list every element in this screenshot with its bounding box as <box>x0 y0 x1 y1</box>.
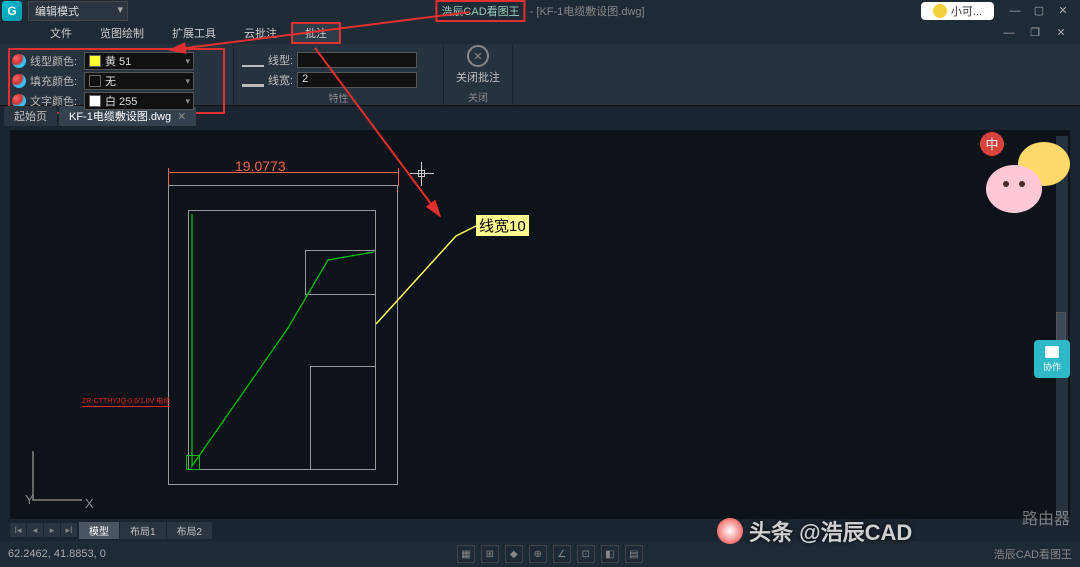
tab-close-icon[interactable]: ✕ <box>177 111 186 123</box>
color-properties-panel: 线型颜色: 黄 51 填充颜色: 无 文字颜色: 白 255 <box>8 48 225 114</box>
doc-minimize-button[interactable]: — <box>998 25 1020 41</box>
layout-nav-prev[interactable]: ◂ <box>27 523 43 537</box>
coordinates-display: 62.2462, 41.8853, 0 <box>8 548 106 560</box>
mode-select[interactable]: 编辑模式 <box>28 1 128 21</box>
ribbon-group-label-close: 关闭 <box>468 87 488 104</box>
color-wheel-icon <box>12 74 26 88</box>
brand-label: 浩辰CAD看图王 <box>994 546 1072 562</box>
menu-ext[interactable]: 扩展工具 <box>158 22 230 44</box>
lineweight-select[interactable]: 2 <box>297 72 417 88</box>
status-tool-icon[interactable]: ◆ <box>505 545 523 563</box>
dim-extension <box>168 168 169 186</box>
fill-color-label: 填充颜色: <box>30 73 80 89</box>
dim-extension <box>398 168 399 186</box>
layout-tab-2[interactable]: 布局2 <box>167 522 213 539</box>
watermark-router: 路由器 <box>1022 505 1070 529</box>
status-tool-icon[interactable]: ⊞ <box>481 545 499 563</box>
swatch-none <box>89 75 101 87</box>
status-tool-icon[interactable]: ▤ <box>625 545 643 563</box>
status-tool-icon[interactable]: ⊡ <box>577 545 595 563</box>
maximize-button[interactable]: ▢ <box>1028 3 1050 19</box>
swatch-white <box>89 95 101 107</box>
fill-color-select[interactable]: 无 <box>84 72 194 90</box>
drawing-canvas[interactable]: 19.0773 ZR-CTTHYJQ-0.6/1.0V 电缆 线宽10 Y X <box>10 130 1070 519</box>
avatar-icon <box>933 4 947 18</box>
menu-file[interactable]: 文件 <box>36 22 86 44</box>
crosshair-cursor <box>410 162 434 186</box>
tab-start[interactable]: 起始页 <box>4 106 57 126</box>
drawing-entity <box>310 366 376 470</box>
layout-tab-model[interactable]: 模型 <box>79 522 119 539</box>
drawing-text: ZR-CTTHYJQ-0.6/1.0V 电缆 <box>82 396 170 407</box>
minimize-button[interactable]: — <box>1004 3 1026 19</box>
ucs-icon <box>32 446 87 501</box>
app-title: 浩辰CAD看图王 <box>435 0 525 22</box>
menu-view[interactable]: 览图绘制 <box>86 22 158 44</box>
layout-nav-next[interactable]: ▸ <box>44 523 60 537</box>
watermark-toutiao: 头条 @浩辰CAD <box>717 515 912 547</box>
status-tool-icon[interactable]: ▦ <box>457 545 475 563</box>
axis-y-label: Y <box>25 492 34 507</box>
window-file-name: - [KF-1电缆敷设图.dwg] <box>530 3 645 19</box>
swatch-yellow <box>89 55 101 67</box>
status-tool-icon[interactable]: ◧ <box>601 545 619 563</box>
user-chip[interactable]: 小可... <box>921 2 994 20</box>
line-color-select[interactable]: 黄 51 <box>84 52 194 70</box>
linetype-icon <box>242 54 264 67</box>
drawing-entity <box>305 250 376 295</box>
lineweight-label: 线宽: <box>268 72 293 88</box>
green-marker <box>186 455 200 470</box>
doc-restore-button[interactable]: ❐ <box>1024 25 1046 41</box>
status-tool-icon[interactable]: ⊕ <box>529 545 547 563</box>
status-tool-icon[interactable]: ∠ <box>553 545 571 563</box>
toutiao-logo-icon <box>717 518 743 544</box>
app-logo: G <box>2 1 22 21</box>
annotation-leader <box>376 224 481 329</box>
close-annotation-button[interactable]: 关闭批注 <box>456 69 500 85</box>
scrollbar-vertical[interactable] <box>1056 136 1068 517</box>
close-button[interactable]: ✕ <box>1052 3 1074 19</box>
color-wheel-icon <box>12 54 26 68</box>
chat-icon <box>1045 346 1059 358</box>
collaboration-button[interactable]: 协作 <box>1034 340 1070 378</box>
menu-annotate[interactable]: 批注 <box>291 22 341 44</box>
lineweight-icon <box>242 74 264 87</box>
close-annotation-icon[interactable]: ✕ <box>467 45 489 67</box>
layout-tab-1[interactable]: 布局1 <box>120 522 166 539</box>
text-color-select[interactable]: 白 255 <box>84 92 194 110</box>
layout-nav-last[interactable]: ▸I <box>61 523 77 537</box>
linetype-label: 线型: <box>268 52 293 68</box>
dimension-value: 19.0773 <box>235 158 286 174</box>
layout-nav-first[interactable]: I◂ <box>10 523 26 537</box>
doc-close-button[interactable]: ✕ <box>1050 25 1072 41</box>
linetype-select[interactable] <box>297 52 417 68</box>
ribbon-group-label-props: 特性 <box>242 88 435 105</box>
annotation-callout[interactable]: 线宽10 <box>476 215 529 236</box>
axis-x-label: X <box>85 496 94 511</box>
menu-cloud[interactable]: 云批注 <box>230 22 291 44</box>
user-name: 小可... <box>951 3 982 19</box>
line-color-label: 线型颜色: <box>30 53 80 69</box>
